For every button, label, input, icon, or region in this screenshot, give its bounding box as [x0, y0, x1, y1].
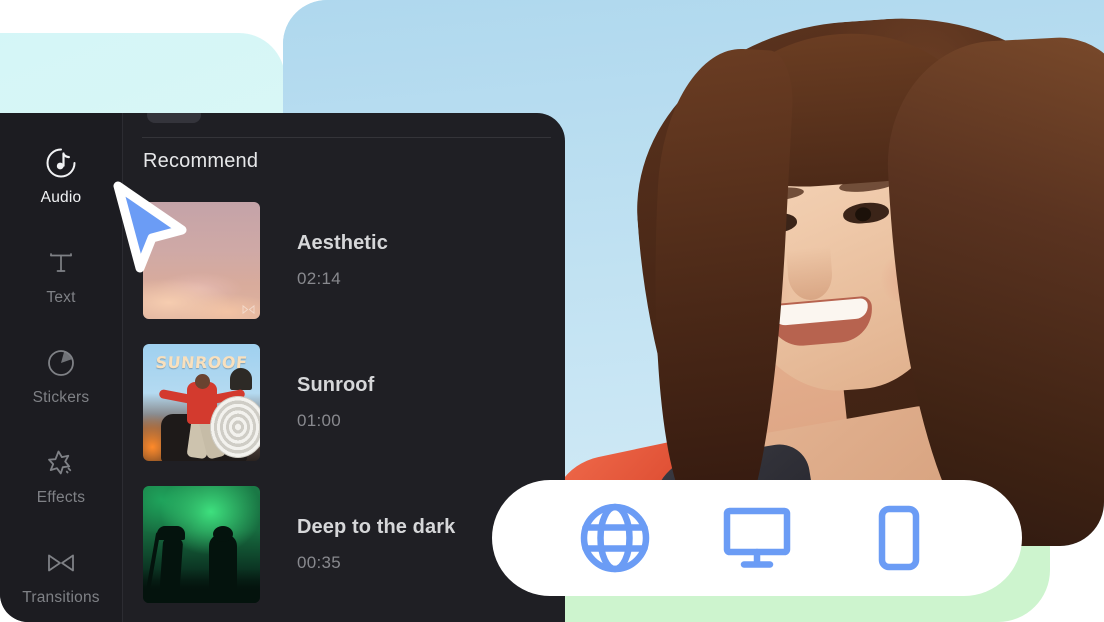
- editor-window: Audio Text Stickers Effects Transitions …: [0, 113, 565, 622]
- track-meta: Aesthetic 02:14: [297, 232, 388, 289]
- track-thumbnail[interactable]: [143, 201, 260, 319]
- sidebar-item-label: Transitions: [22, 588, 100, 606]
- effects-star-icon: [44, 446, 78, 480]
- device-button-mobile[interactable]: [860, 499, 938, 577]
- track-row[interactable]: Aesthetic 02:14: [123, 189, 565, 331]
- sidebar-item-label: Audio: [40, 188, 82, 206]
- sidebar-item-label: Effects: [36, 488, 86, 506]
- track-meta: Deep to the dark 00:35: [297, 516, 455, 573]
- sunroof-album-art: SUNROOF: [143, 343, 260, 461]
- sidebar-rail: Audio Text Stickers Effects Transitions: [0, 113, 123, 622]
- teeth: [771, 297, 869, 327]
- performer-left-hat: [157, 525, 185, 540]
- track-name: Sunroof: [297, 373, 375, 396]
- track-duration: 01:00: [297, 410, 342, 430]
- sidebar-item-text[interactable]: Text: [0, 226, 122, 326]
- track-thumbnail[interactable]: SUNROOF: [143, 343, 260, 461]
- sticker-circle-icon: [44, 346, 78, 380]
- screenshot-stage: Audio Text Stickers Effects Transitions …: [0, 0, 1104, 622]
- album-title-text: SUNROOF: [154, 352, 249, 372]
- category-chip-clipped[interactable]: [147, 113, 201, 123]
- transitions-mini-icon: [242, 304, 255, 314]
- section-title: Recommend: [143, 150, 259, 172]
- device-button-web[interactable]: [576, 499, 654, 577]
- track-row[interactable]: SUNROOF Sunroof 01:00: [123, 331, 565, 473]
- sidebar-item-audio[interactable]: Audio: [0, 126, 122, 226]
- device-switcher-bar: [492, 480, 1022, 596]
- track-duration: 00:35: [297, 552, 342, 572]
- track-thumbnail[interactable]: [143, 485, 260, 603]
- device-button-desktop[interactable]: [718, 499, 796, 577]
- head: [195, 373, 210, 389]
- sidebar-item-transitions[interactable]: Transitions: [0, 526, 122, 622]
- track-meta: Sunroof 01:00: [297, 374, 374, 431]
- performer-right-head: [213, 525, 233, 542]
- phone-icon: [861, 500, 937, 576]
- track-name: Aesthetic: [297, 231, 388, 254]
- spiral-wheel: [210, 395, 260, 458]
- sidebar-item-label: Text: [46, 288, 76, 306]
- sunset-sky-art: [143, 201, 260, 319]
- crowd-silhouette: [143, 568, 260, 603]
- monitor-icon: [719, 500, 795, 576]
- header-divider: [142, 137, 551, 138]
- green-concert-art: [143, 485, 260, 603]
- track-duration: 02:14: [297, 268, 342, 288]
- audio-note-icon: [44, 146, 78, 180]
- globe-icon: [577, 500, 653, 576]
- sidebar-item-stickers[interactable]: Stickers: [0, 326, 122, 426]
- track-name: Deep to the dark: [297, 515, 456, 538]
- sidebar-item-effects[interactable]: Effects: [0, 426, 122, 526]
- transitions-bowtie-icon: [44, 546, 78, 580]
- sidebar-item-label: Stickers: [32, 388, 90, 406]
- text-t-icon: [44, 246, 78, 280]
